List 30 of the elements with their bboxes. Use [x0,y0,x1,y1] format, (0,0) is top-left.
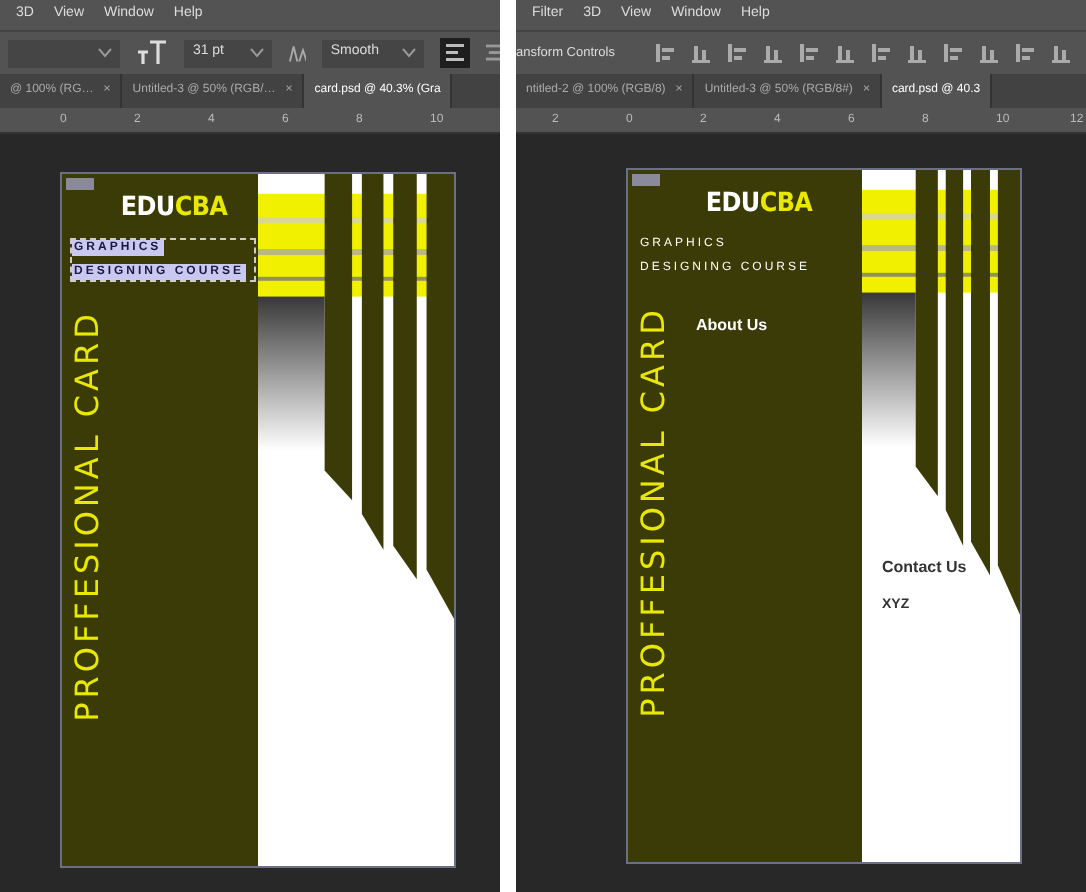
layer-tag [632,174,660,186]
align-left-button[interactable] [440,38,469,68]
vertical-title: PROFFESIONAL CARD [66,310,108,722]
align-icon[interactable] [941,42,963,64]
logo-text: CBA [174,192,228,220]
align-icon[interactable] [761,42,783,64]
chevron-icon [402,48,417,58]
align-icon[interactable] [1049,42,1071,64]
logo-text: CBA [759,188,813,216]
chevron-icon [250,48,265,58]
align-icon[interactable] [905,42,927,64]
about-heading: About Us [696,314,768,338]
align-icon[interactable] [689,42,711,64]
align-icon[interactable] [977,42,999,64]
align-icon[interactable] [833,42,855,64]
align-icon[interactable] [725,42,747,64]
vertical-title: PROFFESIONAL CARD [632,306,674,718]
align-icon[interactable] [797,42,819,64]
layer-tag [66,178,94,190]
contact-heading: Contact Us [882,556,967,580]
antialias-icon [288,43,307,63]
logo-text: EDU [120,192,175,220]
align-center-icon[interactable] [485,44,500,62]
align-icon[interactable] [653,42,675,64]
align-icon[interactable] [869,42,891,64]
logo-text: EDU [705,188,760,216]
font-style-field[interactable] [8,39,121,67]
align-icon[interactable] [1013,42,1035,64]
chevron-icon [98,48,113,58]
font-size-icon [136,40,169,66]
